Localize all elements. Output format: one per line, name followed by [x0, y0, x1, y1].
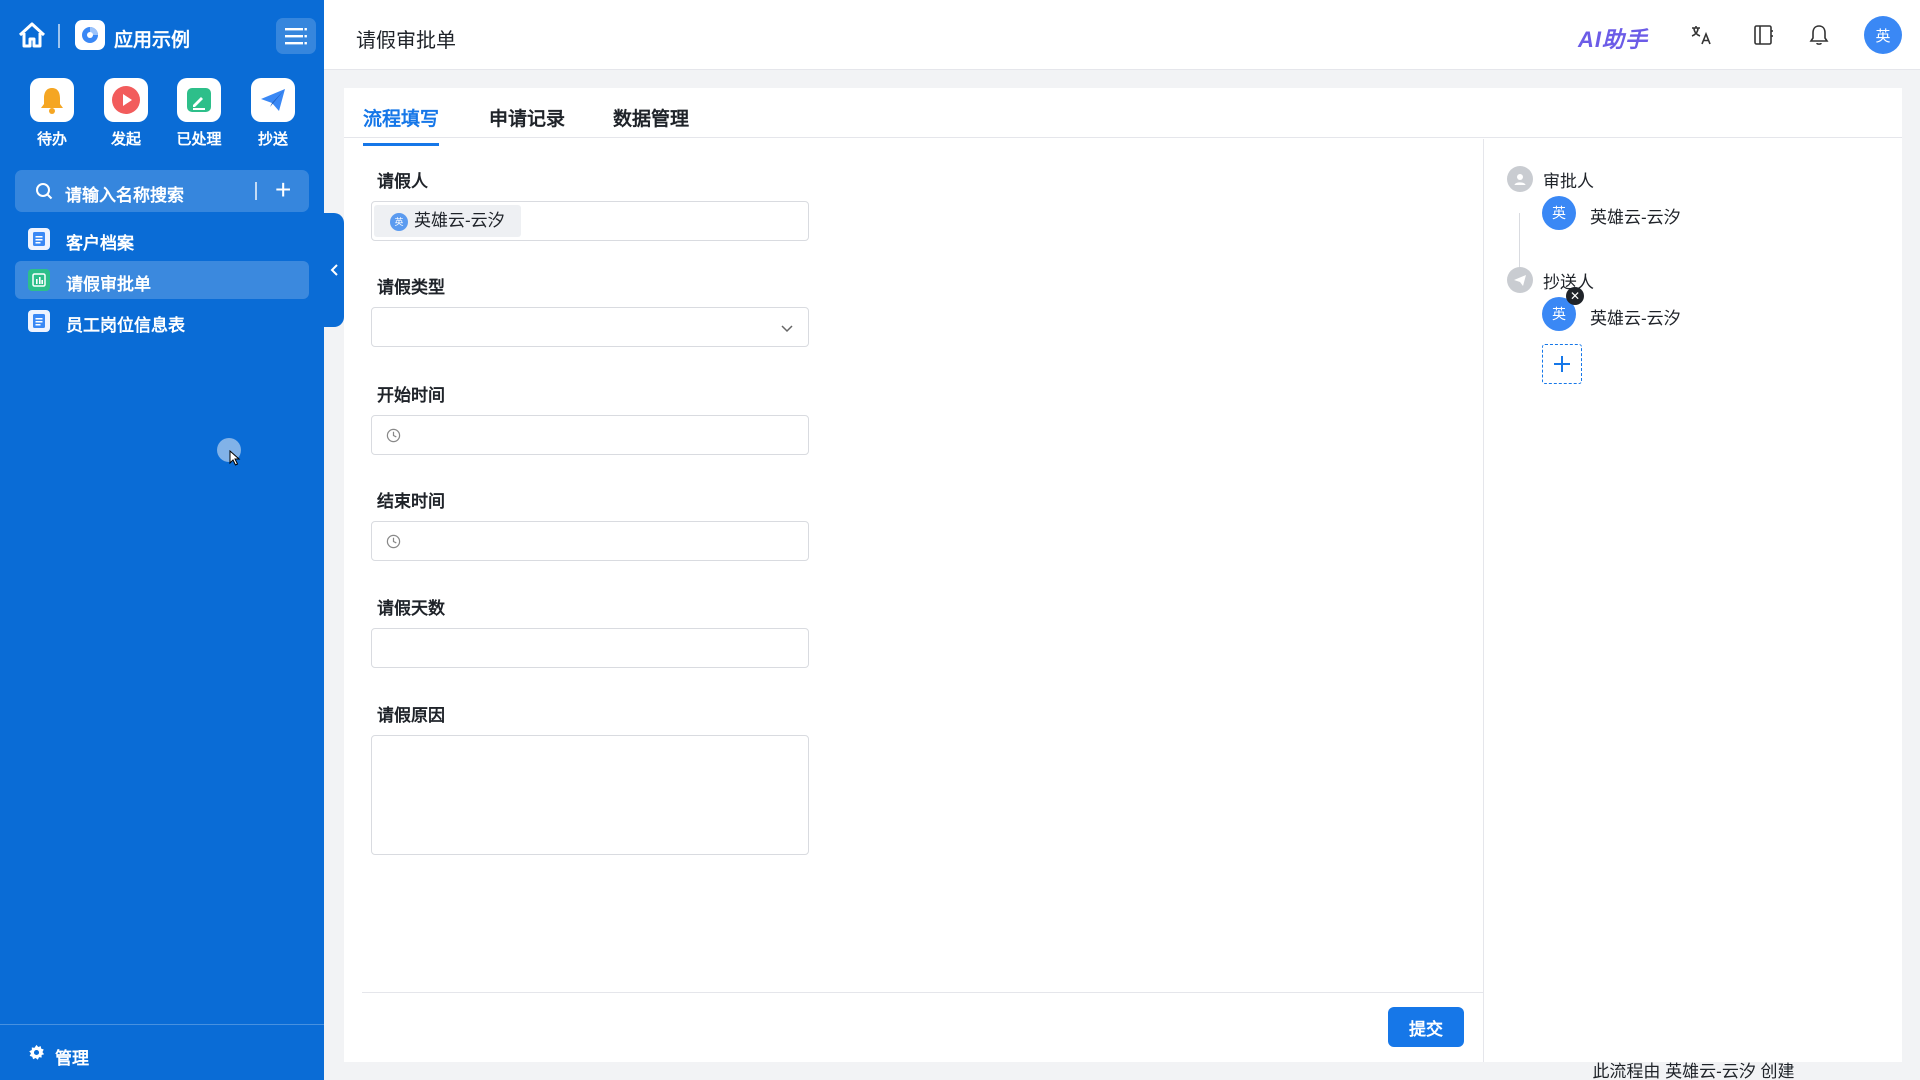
sidebar-item-label: 员工岗位信息表 [66, 316, 185, 335]
quick-start-label: 发起 [110, 131, 141, 148]
approver-avatar: 英 [1542, 196, 1576, 230]
top-header: 请假审批单 AI助手 英 [324, 0, 1920, 70]
quick-processed-label: 已处理 [176, 131, 222, 148]
ai-assistant-button[interactable]: AI助手 [1578, 22, 1648, 54]
play-icon [104, 78, 148, 122]
quick-todo[interactable]: 待办 [26, 78, 78, 149]
clock-icon [386, 428, 401, 443]
cc-name: 英雄云-云汐 [1590, 309, 1681, 328]
search-icon [35, 182, 53, 205]
sidebar-footer: 管理 [0, 1024, 324, 1080]
quick-cc-label: 抄送 [257, 131, 288, 148]
tab-data-management[interactable]: 数据管理 [613, 104, 689, 143]
start-time-input[interactable] [371, 415, 809, 455]
user-icon [1507, 166, 1533, 192]
app-logo-icon [75, 20, 105, 50]
book-icon[interactable] [1750, 22, 1776, 48]
applicant-name: 英雄云-云汐 [414, 211, 505, 230]
quick-cc[interactable]: 抄送 [247, 78, 299, 149]
quick-processed[interactable]: 已处理 [173, 78, 225, 149]
sidebar-header: 应用示例 [0, 0, 324, 70]
approver-title: 审批人 [1543, 172, 1594, 191]
sidebar-search[interactable]: 请输入名称搜索 + [15, 170, 309, 212]
send-icon [251, 78, 295, 122]
sidebar-item-label: 客户档案 [66, 234, 134, 253]
approver-name: 英雄云-云汐 [1590, 208, 1681, 227]
menu-toggle-button[interactable] [276, 18, 316, 54]
translate-icon[interactable] [1688, 22, 1714, 48]
tab-application-records[interactable]: 申请记录 [489, 104, 565, 143]
end-time-label: 结束时间 [377, 492, 445, 511]
end-time-input[interactable] [371, 521, 809, 561]
start-time-label: 开始时间 [377, 386, 445, 405]
flow-connector [1519, 213, 1520, 275]
app-name[interactable]: 应用示例 [114, 25, 190, 52]
sidebar-item-label: 请假审批单 [66, 275, 151, 294]
main-panel: 流程填写 申请记录 数据管理 请假人 英 英雄云-云汐 请假类型 开始时间 结束… [344, 88, 1902, 1080]
leave-reason-textarea[interactable] [371, 735, 809, 855]
sidebar: 应用示例 待办 发起 已处理 抄送 请输入名称搜索 + 客户档案 请假审批单 员… [0, 0, 324, 1080]
plus-icon [1554, 356, 1570, 372]
collapse-sidebar-button[interactable] [324, 213, 344, 327]
leave-days-input[interactable] [371, 628, 809, 668]
quick-start[interactable]: 发起 [100, 78, 152, 149]
search-divider [255, 182, 257, 200]
bell-icon [30, 78, 74, 122]
header-divider [58, 24, 60, 48]
sidebar-item-leave-approval[interactable]: 请假审批单 [15, 261, 309, 299]
chevron-left-icon [330, 264, 338, 276]
add-cc-button[interactable] [1542, 344, 1582, 384]
document-icon [28, 310, 50, 332]
footer-divider [362, 992, 1484, 993]
user-avatar[interactable]: 英 [1864, 16, 1902, 54]
leave-type-label: 请假类型 [377, 278, 445, 297]
home-icon[interactable] [17, 20, 47, 50]
form-area: 请假人 英 英雄云-云汐 请假类型 开始时间 结束时间 请假天数 请假原因 提交 [344, 139, 1484, 1062]
clock-icon [386, 534, 401, 549]
sidebar-item-employee-position[interactable]: 员工岗位信息表 [15, 302, 309, 340]
flow-panel: 审批人 英 英雄云-云汐 抄送人 英 ✕ 英雄云-云汐 此流程由 英雄云-云汐 … [1485, 139, 1902, 1080]
search-input[interactable]: 请输入名称搜索 [65, 181, 184, 206]
applicant-avatar: 英 [390, 213, 408, 231]
form-icon [28, 269, 50, 291]
send-icon [1507, 267, 1533, 293]
sidebar-item-customer-archive[interactable]: 客户档案 [15, 220, 309, 258]
menu-icon [285, 28, 307, 45]
tab-bar: 流程填写 申请记录 数据管理 [344, 88, 1902, 146]
cursor-icon [229, 450, 241, 466]
quick-todo-label: 待办 [36, 131, 67, 148]
add-icon[interactable]: + [275, 176, 291, 204]
edit-icon [177, 78, 221, 122]
notification-bell-icon[interactable] [1806, 22, 1832, 48]
chevron-down-icon [781, 325, 793, 333]
leave-type-select[interactable] [371, 307, 809, 347]
gear-icon [28, 1044, 45, 1066]
applicant-chip[interactable]: 英 英雄云-云汐 [374, 205, 521, 237]
manage-link[interactable]: 管理 [55, 1044, 89, 1069]
page-title: 请假审批单 [356, 30, 456, 52]
remove-cc-icon[interactable]: ✕ [1566, 287, 1584, 305]
document-icon [28, 228, 50, 250]
submit-button[interactable]: 提交 [1388, 1007, 1464, 1047]
created-by-note: 此流程由 英雄云-云汐 创建 [1592, 1062, 1795, 1080]
leave-reason-label: 请假原因 [377, 706, 445, 725]
applicant-field[interactable]: 英 英雄云-云汐 [371, 201, 809, 241]
applicant-label: 请假人 [377, 172, 428, 191]
leave-days-label: 请假天数 [377, 599, 445, 618]
